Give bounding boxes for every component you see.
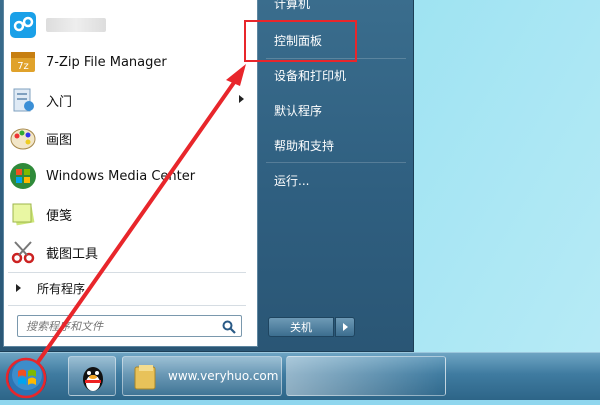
search-divider xyxy=(8,305,246,306)
left-pane-divider xyxy=(8,272,246,273)
app-item-label-blurred xyxy=(46,18,106,32)
taskbar-folder-label: www.veryhuo.com xyxy=(168,369,279,383)
right-item-devices-printers[interactable]: 设备和打印机 xyxy=(274,66,346,86)
getting-started-icon xyxy=(8,85,38,115)
app-item-label: 截图工具 xyxy=(46,246,99,262)
submenu-arrow-icon xyxy=(239,95,244,103)
app-item-label: Windows Media Center xyxy=(46,168,196,184)
all-programs-arrow-icon xyxy=(16,284,21,292)
app-item-label: 画图 xyxy=(46,132,73,148)
app-item-label: 7-Zip File Manager xyxy=(46,54,167,70)
app-item-label: 入门 xyxy=(46,94,73,110)
search-icon[interactable] xyxy=(221,319,237,335)
all-programs-item[interactable]: 所有程序 xyxy=(8,276,246,300)
app-item-blurred[interactable] xyxy=(8,8,248,42)
search-box[interactable] xyxy=(17,315,242,337)
app-item-sticky-notes[interactable]: 便笺 xyxy=(8,197,248,231)
app-item-label: 便笺 xyxy=(46,208,73,224)
windows-media-center-icon xyxy=(8,161,38,191)
app-item-snipping-tool[interactable]: 截图工具 xyxy=(8,235,248,269)
control-panel-highlight-box xyxy=(244,20,357,62)
app-blurred-icon xyxy=(8,10,38,40)
7zip-icon: 7z xyxy=(8,47,38,77)
folder-icon xyxy=(133,363,159,395)
snipping-tool-icon xyxy=(8,237,38,267)
right-item-help-support[interactable]: 帮助和支持 xyxy=(274,136,334,156)
taskbar-blurred-button[interactable] xyxy=(286,356,446,396)
qq-icon xyxy=(79,361,107,397)
start-button[interactable] xyxy=(4,355,50,401)
app-item-7zip[interactable]: 7z 7-Zip File Manager xyxy=(8,45,248,79)
sticky-notes-icon xyxy=(8,199,38,229)
app-item-paint[interactable]: 画图 xyxy=(8,121,248,155)
right-pane-divider xyxy=(266,162,406,163)
shutdown-options-button[interactable] xyxy=(335,317,355,337)
app-item-getting-started[interactable]: 入门 xyxy=(8,83,248,117)
right-item-default-programs[interactable]: 默认程序 xyxy=(274,101,322,121)
right-item-run[interactable]: 运行... xyxy=(274,171,309,191)
shutdown-button[interactable]: 关机 xyxy=(268,317,334,337)
paint-icon xyxy=(8,123,38,153)
taskbar-qq-button[interactable] xyxy=(68,356,116,396)
svg-text:7z: 7z xyxy=(17,61,29,72)
all-programs-label: 所有程序 xyxy=(37,281,86,296)
app-item-windows-media-center[interactable]: Windows Media Center xyxy=(8,159,248,193)
right-item-computer[interactable]: 计算机 xyxy=(274,0,310,14)
search-input[interactable] xyxy=(18,318,218,334)
